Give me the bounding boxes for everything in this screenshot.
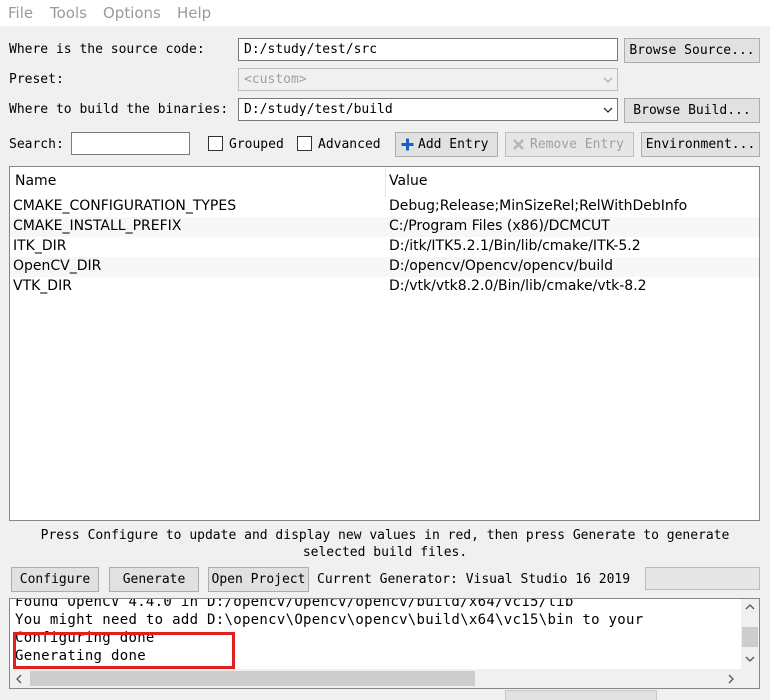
hint-line-1: Press Configure to update and display ne… — [40, 528, 730, 543]
preset-select[interactable]: <custom> — [238, 68, 618, 91]
vertical-scrollbar[interactable] — [741, 599, 759, 670]
chevron-down-icon[interactable] — [745, 655, 755, 663]
output-log[interactable]: Found OpenCV 4.4.0 in D:/opencv/Opencv/o… — [9, 598, 760, 689]
row-name: ITK_DIR — [13, 238, 67, 254]
progress-bar — [645, 567, 760, 590]
chevron-down-icon — [603, 107, 613, 113]
grouped-checkbox[interactable] — [208, 136, 223, 151]
table-row[interactable]: VTK_DIR D:/vtk/vtk8.2.0/Bin/lib/cmake/vt… — [10, 277, 759, 297]
grouped-label: Grouped — [229, 137, 284, 152]
add-entry-button[interactable]: Add Entry — [395, 132, 498, 157]
log-line: Found OpenCV 4.4.0 in D:/opencv/Opencv/o… — [15, 598, 574, 610]
remove-icon — [513, 139, 524, 150]
column-header-name[interactable]: Name — [15, 173, 56, 189]
table-row[interactable]: ITK_DIR D:/itk/ITK5.2.1/Bin/lib/cmake/IT… — [10, 237, 759, 257]
column-divider[interactable] — [385, 167, 386, 197]
row-name: CMAKE_INSTALL_PREFIX — [13, 218, 182, 234]
preset-label: Preset: — [9, 72, 64, 87]
add-entry-label: Add Entry — [418, 137, 489, 152]
row-name: OpenCV_DIR — [13, 258, 102, 274]
row-value: D:/itk/ITK5.2.1/Bin/lib/cmake/ITK-5.2 — [389, 238, 641, 254]
menu-help[interactable]: Help — [177, 4, 211, 22]
menu-options[interactable]: Options — [103, 4, 161, 22]
chevron-left-icon[interactable] — [15, 674, 23, 684]
generate-button[interactable]: Generate — [109, 567, 199, 592]
source-label: Where is the source code: — [9, 42, 205, 57]
browse-source-button[interactable]: Browse Source... — [624, 38, 760, 63]
row-value: C:/Program Files (x86)/DCMCUT — [389, 218, 610, 234]
search-label: Search: — [9, 137, 64, 152]
advanced-checkbox[interactable] — [297, 136, 312, 151]
log-line: You might need to add D:\opencv\Opencv\o… — [15, 612, 644, 628]
table-header: Name Value — [10, 167, 759, 197]
browse-build-button[interactable]: Browse Build... — [624, 98, 760, 123]
menu-tools[interactable]: Tools — [50, 4, 87, 22]
source-input[interactable]: D:/study/test/src — [238, 38, 618, 61]
partial-element — [505, 690, 657, 700]
horizontal-scroll-thumb[interactable] — [30, 671, 475, 686]
row-name: VTK_DIR — [13, 278, 72, 294]
open-project-button[interactable]: Open Project — [208, 567, 309, 592]
build-select[interactable]: D:/study/test/build — [238, 98, 618, 121]
environment-button[interactable]: Environment... — [641, 132, 760, 157]
plus-icon — [401, 138, 414, 151]
preset-value: <custom> — [244, 72, 307, 87]
highlight-box — [13, 632, 235, 669]
menu-file[interactable]: File — [8, 4, 33, 22]
advanced-label: Advanced — [318, 137, 381, 152]
chevron-right-icon[interactable] — [727, 674, 735, 684]
horizontal-scrollbar[interactable] — [10, 669, 759, 688]
chevron-up-icon[interactable] — [745, 603, 755, 611]
cache-table[interactable]: Name Value CMAKE_CONFIGURATION_TYPES Deb… — [9, 166, 760, 521]
table-row[interactable]: CMAKE_CONFIGURATION_TYPES Debug;Release;… — [10, 197, 759, 217]
table-row[interactable]: OpenCV_DIR D:/opencv/Opencv/opencv/build — [10, 257, 759, 277]
remove-entry-button[interactable]: Remove Entry — [505, 132, 634, 157]
hint-line-2: selected build files. — [302, 545, 468, 560]
configure-button[interactable]: Configure — [11, 567, 99, 592]
vertical-scroll-thumb[interactable] — [742, 627, 758, 647]
menu-bar: File Tools Options Help — [0, 0, 770, 26]
row-value: Debug;Release;MinSizeRel;RelWithDebInfo — [389, 198, 688, 214]
search-input[interactable] — [71, 132, 190, 155]
hint-text: Press Configure to update and display ne… — [20, 527, 750, 561]
current-generator-text: Current Generator: Visual Studio 16 2019 — [317, 572, 631, 587]
remove-entry-label: Remove Entry — [530, 137, 624, 152]
row-name: CMAKE_CONFIGURATION_TYPES — [13, 198, 237, 214]
table-row[interactable]: CMAKE_INSTALL_PREFIX C:/Program Files (x… — [10, 217, 759, 237]
row-value: D:/vtk/vtk8.2.0/Bin/lib/cmake/vtk-8.2 — [389, 278, 647, 294]
build-label: Where to build the binaries: — [9, 102, 229, 117]
column-header-value[interactable]: Value — [389, 173, 427, 189]
row-value: D:/opencv/Opencv/opencv/build — [389, 258, 614, 274]
build-value: D:/study/test/build — [244, 102, 393, 117]
chevron-down-icon — [603, 77, 613, 83]
